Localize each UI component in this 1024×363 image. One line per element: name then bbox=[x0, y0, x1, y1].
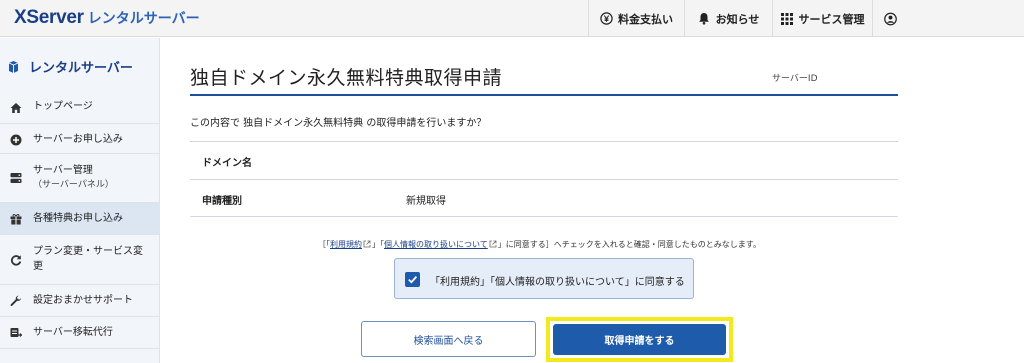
transfer-icon bbox=[10, 327, 22, 339]
nav-billing-label: 料金支払い bbox=[618, 12, 673, 26]
agree-checkbox-label[interactable]: 「利用規約」「個人情報の取り扱いについて」に同意する bbox=[430, 273, 685, 288]
yen-icon bbox=[600, 12, 613, 25]
privacy-link[interactable]: 個人情報の取り扱いについて bbox=[384, 240, 488, 249]
sidebar-item-server-order[interactable]: サーバーお申し込み bbox=[0, 124, 160, 154]
plus-circle-icon bbox=[10, 134, 22, 146]
sidebar-item-server-management[interactable]: サーバー管理 （サーバーパネル） bbox=[0, 154, 160, 203]
sidebar-item-setup-support[interactable]: 設定おまかせサポート bbox=[0, 285, 160, 317]
confirm-message: この内容で 独自ドメイン永久無料特典 の取得申請を行いますか？ bbox=[190, 118, 487, 129]
back-to-search-button[interactable]: 検索画面へ戻る bbox=[361, 321, 536, 357]
sidebar-item-benefits[interactable]: 各種特典お申し込み bbox=[0, 203, 160, 235]
bell-icon bbox=[698, 12, 711, 25]
row-value: 新規取得 bbox=[406, 196, 446, 207]
gift-icon bbox=[10, 213, 22, 225]
title-divider bbox=[190, 94, 898, 96]
sidebar-item-plan-change[interactable]: プラン変更・サービス変更 bbox=[0, 235, 160, 285]
nav-service-management[interactable]: サービス管理 bbox=[772, 0, 872, 37]
home-icon bbox=[10, 102, 22, 114]
agreement-note: ［「利用規約 」「個人情報の取り扱いについて 」に同意する］へチェックを入れると確認… bbox=[318, 239, 761, 250]
server-cube-icon bbox=[8, 60, 19, 74]
sidebar-item-label: 設定おまかせサポート bbox=[33, 295, 133, 306]
terms-link[interactable]: 利用規約 bbox=[330, 240, 362, 249]
agreement-note-open: ［「 bbox=[318, 240, 330, 249]
sidebar-title-label: レンタルサーバー bbox=[29, 61, 133, 76]
table-row: 申請種別 新規取得 bbox=[190, 179, 898, 217]
refresh-icon bbox=[10, 254, 22, 266]
sidebar-item-label: サーバーお申し込み bbox=[33, 134, 123, 145]
sidebar-item-label: プラン変更・サービス変更 bbox=[33, 246, 143, 272]
sidebar-title[interactable]: レンタルサーバー bbox=[8, 57, 133, 76]
nav-news[interactable]: お知らせ bbox=[684, 0, 772, 37]
wrench-icon bbox=[10, 295, 22, 307]
row-key: ドメイン名 bbox=[202, 158, 252, 169]
sidebar-item-main-label: サーバー管理 bbox=[33, 165, 93, 176]
logo-sub-text: レンタルサーバー bbox=[87, 11, 200, 27]
nav-billing[interactable]: 料金支払い bbox=[588, 0, 684, 37]
grid-icon bbox=[781, 12, 794, 25]
nav-news-label: お知らせ bbox=[715, 12, 760, 26]
agreement-note-mid: 」「 bbox=[372, 240, 384, 249]
submit-highlight: 取得申請をする bbox=[546, 317, 733, 362]
external-link-icon bbox=[489, 240, 497, 248]
server-icon bbox=[10, 172, 22, 184]
sidebar-item-sub-label: （サーバーパネル） bbox=[33, 180, 114, 190]
xserver-logo[interactable]: XServer レンタルサーバー bbox=[14, 7, 200, 31]
server-id-label: サーバーID bbox=[772, 74, 818, 84]
sidebar-item-label: トップページ bbox=[33, 101, 93, 112]
sidebar-item-label: サーバー管理 （サーバーパネル） bbox=[33, 163, 114, 193]
agreement-checkbox-box[interactable]: 「利用規約」「個人情報の取り扱いについて」に同意する bbox=[394, 258, 694, 299]
row-key: 申請種別 bbox=[202, 196, 242, 207]
agree-checkbox[interactable] bbox=[405, 272, 420, 287]
page-title: 独自ドメイン永久無料特典取得申請 bbox=[190, 67, 503, 89]
sidebar-item-server-migration[interactable]: サーバー移転代行 bbox=[0, 317, 160, 349]
sidebar-item-label: サーバー移転代行 bbox=[33, 327, 113, 338]
nav-account[interactable] bbox=[872, 0, 908, 37]
logo-main-text: XServer bbox=[14, 7, 84, 28]
submit-application-button[interactable]: 取得申請をする bbox=[553, 324, 726, 355]
sidebar-item-label: 各種特典お申し込み bbox=[33, 213, 123, 224]
account-icon bbox=[884, 12, 897, 25]
checkmark-icon bbox=[408, 276, 418, 284]
sidebar-item-top[interactable]: トップページ bbox=[0, 90, 160, 124]
nav-service-label: サービス管理 bbox=[798, 12, 865, 26]
external-link-icon bbox=[363, 240, 371, 248]
table-row: ドメイン名 bbox=[190, 141, 898, 179]
agreement-note-close: 」に同意する］へチェックを入れると確認・同意したものとみなします。 bbox=[497, 240, 761, 249]
sidebar: レンタルサーバー トップページ サーバーお申し込み サーバー管理 （サーバーパネ… bbox=[0, 38, 160, 363]
top-header: XServer レンタルサーバー 料金支払い お知らせ サービス管理 bbox=[0, 0, 1024, 37]
